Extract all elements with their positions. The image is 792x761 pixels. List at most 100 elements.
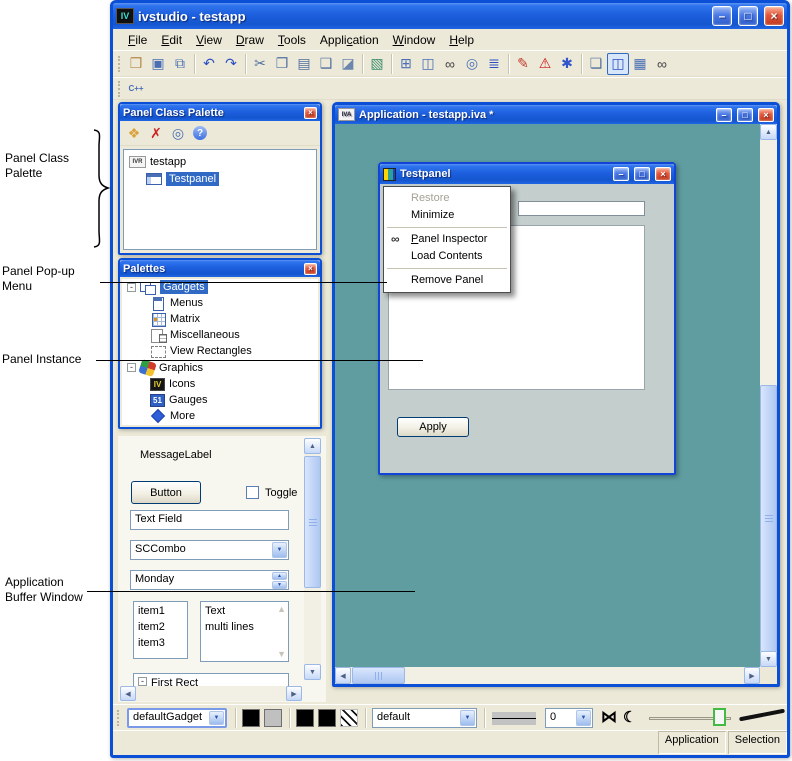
- message-label[interactable]: MessageLabel: [140, 449, 212, 461]
- scrollbar-thumb[interactable]: [760, 385, 777, 652]
- class-browser-icon[interactable]: ∞: [651, 53, 673, 75]
- collapse-icon[interactable]: -: [127, 283, 136, 292]
- save-icon[interactable]: ▣: [147, 53, 169, 75]
- horizontal-scrollbar[interactable]: ◀ ▶: [120, 686, 302, 701]
- tree-item-icons[interactable]: IV Icons: [122, 376, 318, 392]
- minimize-button[interactable]: –: [712, 6, 732, 26]
- menu-application[interactable]: Application: [313, 31, 386, 49]
- tree-item-testpanel[interactable]: Testpanel: [124, 170, 316, 187]
- list-item[interactable]: item2: [134, 619, 187, 635]
- toolbar-grip[interactable]: [118, 56, 121, 72]
- main-titlebar[interactable]: IV ivstudio - testapp – □ ×: [113, 3, 787, 29]
- horizontal-scrollbar[interactable]: ◀ ▶: [335, 667, 760, 684]
- error-log-icon[interactable]: ⚠: [534, 53, 556, 75]
- crescent-icon[interactable]: ☾: [623, 708, 636, 726]
- tree-item-testapp[interactable]: IVR testapp: [124, 153, 316, 170]
- maximize-button[interactable]: □: [634, 167, 650, 181]
- tree-item-matrix[interactable]: Matrix: [122, 311, 318, 327]
- close-button[interactable]: ×: [758, 108, 774, 122]
- open-buffer-icon[interactable]: ❏: [585, 53, 607, 75]
- slider-thumb[interactable]: [713, 708, 726, 726]
- scroll-up-icon[interactable]: ▲: [304, 438, 321, 454]
- menu-help[interactable]: Help: [442, 31, 481, 49]
- scroll-down-icon[interactable]: ▼: [304, 664, 321, 680]
- vertical-scrollbar[interactable]: ▲ ▼: [304, 438, 321, 680]
- scroll-up-icon[interactable]: ▲: [760, 124, 777, 140]
- toggle-label[interactable]: Toggle: [265, 487, 297, 499]
- add-panel-icon[interactable]: ❖: [123, 122, 145, 144]
- menu-view[interactable]: View: [189, 31, 229, 49]
- tree-item-miscellaneous[interactable]: Miscellaneous: [122, 327, 318, 343]
- collapse-icon[interactable]: -: [138, 677, 147, 686]
- tree-item-more[interactable]: More: [122, 408, 318, 424]
- tree-group-graphics[interactable]: - Graphics: [122, 359, 318, 376]
- bowtie-arrow-style-icon[interactable]: ⋈: [601, 707, 617, 727]
- testpanel-titlebar[interactable]: Testpanel – □ ×: [380, 164, 674, 184]
- sample-text-field[interactable]: Text Field: [130, 510, 289, 530]
- image-editor-icon[interactable]: ▧: [366, 53, 388, 75]
- sample-button[interactable]: Button: [131, 481, 201, 504]
- application-titlebar[interactable]: IVA Application - testapp.iva * – □ ×: [335, 105, 777, 124]
- panel-attributes-icon[interactable]: ◫: [417, 53, 439, 75]
- properties-icon[interactable]: ≣: [483, 53, 505, 75]
- palettes-titlebar[interactable]: Palettes ×: [120, 260, 320, 277]
- fill-color-swatch[interactable]: [296, 709, 314, 727]
- help-icon[interactable]: ?: [189, 122, 211, 144]
- scrollbar-thumb[interactable]: [352, 667, 405, 684]
- menu-edit[interactable]: Edit: [154, 31, 189, 49]
- chevron-down-icon[interactable]: ▼: [576, 710, 591, 726]
- vertical-scrollbar[interactable]: ▲ ▼: [760, 124, 777, 667]
- panel-class-palette-titlebar[interactable]: Panel Class Palette ×: [120, 104, 320, 121]
- scroll-down-icon[interactable]: ▼: [760, 651, 777, 667]
- redo-icon[interactable]: ↷: [220, 53, 242, 75]
- collapse-icon[interactable]: -: [127, 363, 136, 372]
- spin-up-icon[interactable]: ▲: [272, 572, 287, 580]
- tree-item-menus[interactable]: Menus: [122, 295, 318, 311]
- cut-icon[interactable]: ✂: [249, 53, 271, 75]
- line-style-combo[interactable]: default ▼: [372, 708, 477, 728]
- scroll-down-icon[interactable]: ▼: [277, 649, 286, 659]
- tree-item-gauges[interactable]: 51 Gauges: [122, 392, 318, 408]
- find-icon[interactable]: ∞: [439, 53, 461, 75]
- hatch-pattern-swatch[interactable]: [340, 709, 358, 727]
- menu-item-restore[interactable]: Restore: [385, 190, 509, 207]
- close-button[interactable]: ×: [764, 6, 784, 26]
- sample-listbox[interactable]: item1item2item3: [133, 601, 188, 659]
- copy-icon[interactable]: ❐: [271, 53, 293, 75]
- menu-item-load-contents[interactable]: Load Contents: [385, 248, 509, 265]
- scrollbar-thumb[interactable]: [304, 456, 321, 588]
- inspector-icon[interactable]: ◎: [461, 53, 483, 75]
- line-width-combo[interactable]: 0 ▼: [545, 708, 593, 728]
- menu-item-minimize[interactable]: Minimize: [385, 207, 509, 224]
- sample-combo[interactable]: SCCombo ▼: [130, 540, 289, 560]
- tree-item-view-rectangles[interactable]: View Rectangles: [122, 343, 318, 359]
- list-item[interactable]: item3: [134, 635, 187, 651]
- minimize-button[interactable]: –: [716, 108, 732, 122]
- chevron-down-icon[interactable]: ▼: [460, 710, 475, 726]
- minimize-button[interactable]: –: [613, 167, 629, 181]
- list-item[interactable]: item1: [134, 603, 187, 619]
- chevron-down-icon[interactable]: ▼: [272, 542, 287, 558]
- toggle-checkbox[interactable]: [246, 486, 259, 499]
- scroll-right-icon[interactable]: ▶: [744, 667, 760, 684]
- menu-window[interactable]: Window: [386, 31, 443, 49]
- maximize-button[interactable]: □: [738, 6, 758, 26]
- default-gadget-combo[interactable]: defaultGadget ▼: [127, 708, 227, 728]
- menu-item-panel-inspector[interactable]: Panel Inspector∞: [385, 231, 509, 248]
- close-icon[interactable]: ×: [304, 107, 317, 119]
- resize-panel-icon[interactable]: ⊞: [395, 53, 417, 75]
- border-color-swatch[interactable]: [318, 709, 336, 727]
- script-editor-icon[interactable]: ✎: [512, 53, 534, 75]
- sample-spinner[interactable]: Monday ▲ ▼: [130, 570, 289, 590]
- chevron-down-icon[interactable]: ▼: [209, 711, 224, 725]
- maximize-button[interactable]: □: [737, 108, 753, 122]
- menu-tools[interactable]: Tools: [271, 31, 313, 49]
- panel-text-field[interactable]: [518, 201, 645, 216]
- menu-file[interactable]: File: [121, 31, 154, 49]
- panel-layout-icon[interactable]: ◫: [607, 53, 629, 75]
- toolbar-grip[interactable]: [118, 81, 121, 97]
- buffer-edit-icon[interactable]: ▦: [629, 53, 651, 75]
- close-button[interactable]: ×: [655, 167, 671, 181]
- scroll-left-icon[interactable]: ◀: [120, 686, 136, 701]
- debug-icon[interactable]: ✱: [556, 53, 578, 75]
